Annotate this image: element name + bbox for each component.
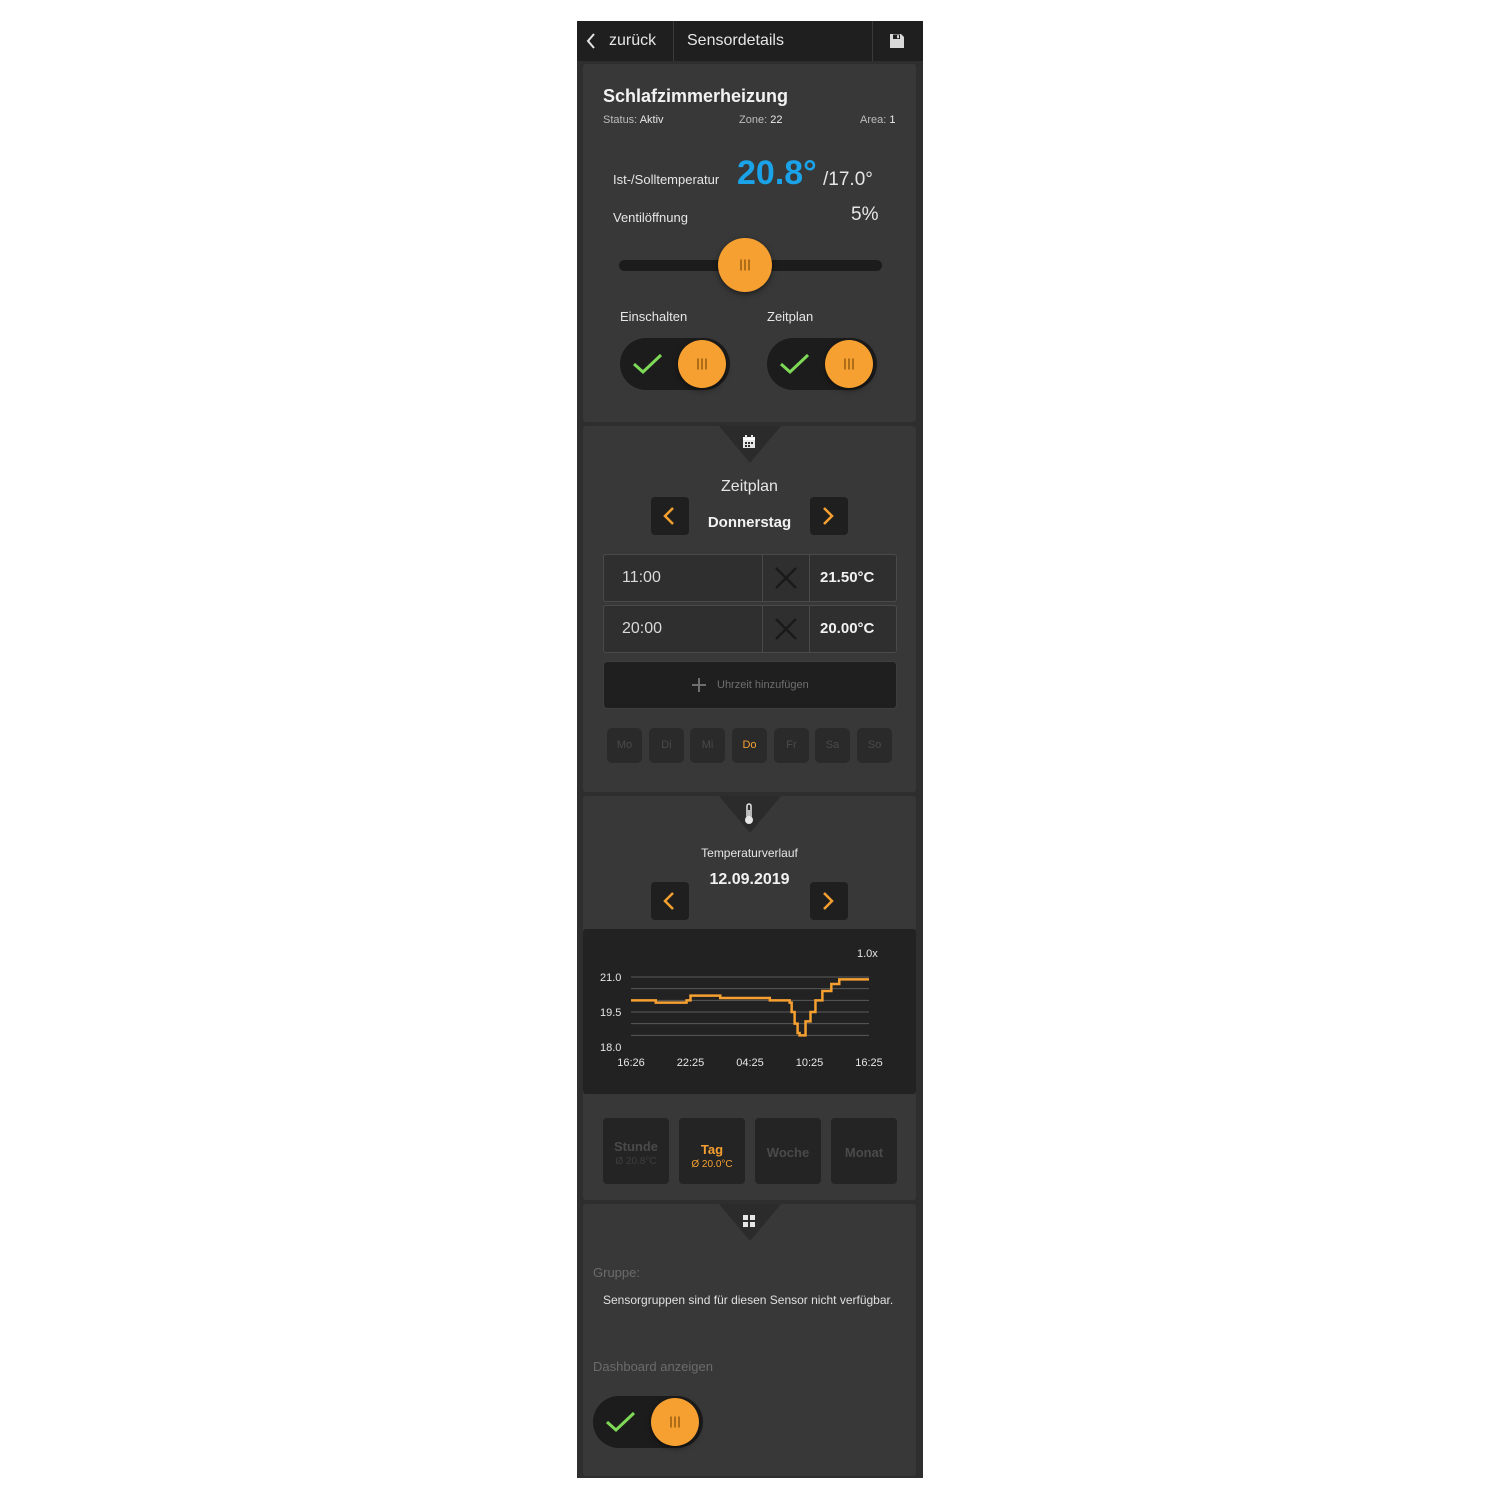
x-tick-label: 10:25: [796, 1057, 824, 1069]
weekday-di[interactable]: Di: [649, 728, 684, 763]
page-title: Sensordetails: [687, 32, 784, 49]
area-value: 1: [889, 114, 896, 126]
plus-icon: [692, 678, 706, 692]
dashboard-toggle[interactable]: [593, 1396, 703, 1448]
range-label: Tag: [700, 1142, 724, 1157]
schedule-entry: 20:00 20.00°C: [603, 605, 897, 653]
range-day-button[interactable]: Tag Ø 20.0°C: [679, 1118, 745, 1184]
weekday-do[interactable]: Do: [732, 728, 767, 763]
range-label: Stunde: [613, 1139, 659, 1154]
x-tick-label: 16:25: [855, 1057, 883, 1069]
entry-time[interactable]: 20:00: [622, 620, 662, 638]
add-time-label: Uhrzeit hinzufügen: [717, 679, 809, 691]
x-tick-label: 04:25: [736, 1057, 764, 1069]
x-tick-label: 16:26: [617, 1057, 645, 1069]
close-icon: [775, 618, 797, 640]
close-icon: [775, 567, 797, 589]
status-label: Status:: [603, 114, 638, 126]
sensor-card: Schlafzimmerheizung Status: Aktiv Zone: …: [583, 64, 916, 422]
y-tick-label: 18.0: [600, 1042, 621, 1054]
valve-slider-handle[interactable]: [718, 238, 773, 292]
checkmark-icon: [780, 353, 810, 375]
area-info: Area: 1: [860, 114, 895, 126]
delete-entry-button[interactable]: [762, 555, 810, 601]
valve-label: Ventilöffnung: [613, 210, 688, 225]
checkmark-icon: [633, 353, 663, 375]
zone-value: 22: [770, 114, 783, 126]
target-temperature: /17.0°: [823, 169, 873, 190]
back-button[interactable]: zurück: [577, 21, 674, 61]
status-info: Status: Aktiv: [603, 114, 664, 126]
weekday-so[interactable]: So: [857, 728, 892, 763]
chevron-left-icon: [663, 892, 674, 910]
temperature-label: Ist-/Solltemperatur: [613, 172, 720, 187]
range-average: Ø 20.0°C: [691, 1159, 733, 1170]
schedule-switch-label: Zeitplan: [767, 309, 814, 324]
switch-on-label: Einschalten: [620, 309, 688, 324]
grid-icon: [743, 1215, 755, 1227]
area-label: Area:: [860, 114, 887, 126]
valve-value: 5%: [851, 204, 879, 225]
switch-on-toggle[interactable]: [620, 338, 730, 390]
weekday-mi[interactable]: Mi: [690, 728, 725, 763]
schedule-title: Zeitplan: [721, 478, 778, 495]
zone-info: Zone: 22: [739, 114, 782, 126]
phone-screen: zurück Sensordetails Schlafzimmerheizung…: [577, 21, 923, 1478]
range-label: Woche: [766, 1145, 810, 1160]
range-month-button[interactable]: Monat: [831, 1118, 897, 1184]
schedule-entry: 11:00 21.50°C: [603, 554, 897, 602]
group-info-text: Sensorgruppen sind für diesen Sensor nic…: [603, 1293, 894, 1307]
add-time-button[interactable]: Uhrzeit hinzufügen: [603, 661, 897, 709]
next-day-button[interactable]: [810, 497, 848, 535]
temperature-history-card: Temperaturverlauf 12.09.2019 1.0x 21.0 19…: [583, 796, 916, 1200]
zoom-level[interactable]: 1.0x: [857, 948, 878, 960]
chevron-right-icon: [823, 507, 834, 525]
sensor-name: Schlafzimmerheizung: [603, 86, 789, 106]
delete-entry-button[interactable]: [762, 606, 810, 652]
zone-label: Zone:: [739, 114, 768, 126]
schedule-toggle[interactable]: [767, 338, 877, 390]
dashboard-label: Dashboard anzeigen: [593, 1359, 713, 1374]
chevron-right-icon: [823, 892, 834, 910]
y-tick-label: 19.5: [600, 1007, 621, 1019]
history-date: 12.09.2019: [709, 871, 790, 888]
weekday-fr[interactable]: Fr: [774, 728, 809, 763]
x-tick-label: 22:25: [677, 1057, 705, 1069]
chevron-left-icon: [586, 33, 595, 49]
next-date-button[interactable]: [810, 882, 848, 920]
schedule-day: Donnerstag: [707, 514, 792, 531]
schedule-card: Zeitplan Donnerstag 11:00 21.50°C 20:00: [583, 426, 916, 792]
weekday-mo[interactable]: Mo: [607, 728, 642, 763]
group-label: Gruppe:: [593, 1265, 640, 1280]
save-button[interactable]: [872, 21, 923, 61]
floppy-disk-icon: [890, 34, 904, 48]
range-average: Ø 20.8°C: [615, 1156, 657, 1167]
range-week-button[interactable]: Woche: [755, 1118, 821, 1184]
group-card: Gruppe: Sensorgruppen sind für diesen Se…: [583, 1204, 916, 1476]
top-bar: zurück Sensordetails: [577, 21, 923, 61]
temperature-chart[interactable]: 1.0x 21.0 19.5 18.0 16:26 22:25 04:25 10:25 16:…: [583, 929, 916, 1094]
current-temperature: 20.8°: [737, 154, 817, 192]
range-label: Monat: [844, 1145, 884, 1160]
status-value: Aktiv: [639, 114, 664, 126]
calendar-icon: [743, 435, 755, 448]
temperature-history-title: Temperaturverlauf: [701, 846, 798, 860]
series-line: [631, 978, 869, 1037]
y-tick-label: 21.0: [600, 972, 621, 984]
thermometer-icon: [745, 803, 753, 824]
entry-time[interactable]: 11:00: [622, 569, 661, 587]
checkmark-icon: [606, 1411, 636, 1433]
back-label: zurück: [609, 32, 657, 49]
range-hour-button[interactable]: Stunde Ø 20.8°C: [603, 1118, 669, 1184]
entry-temperature[interactable]: 20.00°C: [820, 620, 874, 637]
entry-temperature[interactable]: 21.50°C: [820, 569, 874, 586]
weekday-sa[interactable]: Sa: [815, 728, 850, 763]
